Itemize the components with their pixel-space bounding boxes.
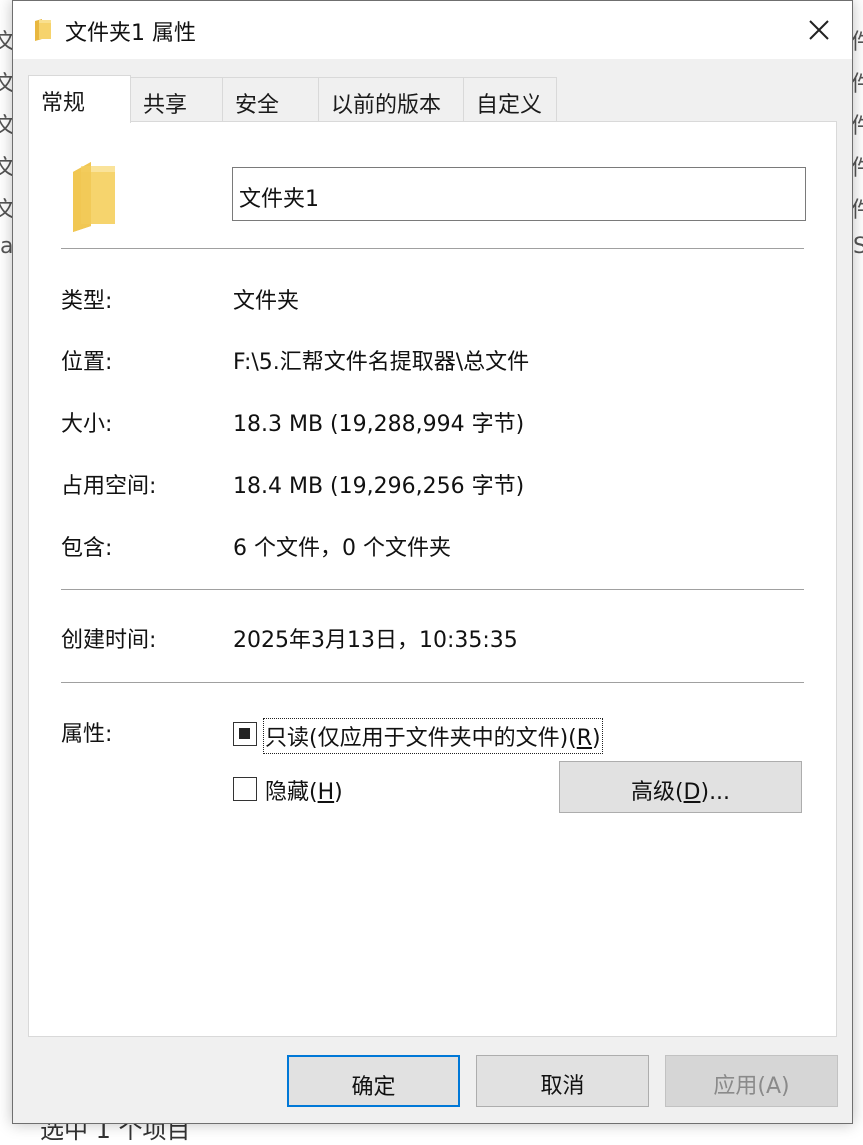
location-label: 位置:	[61, 350, 113, 375]
advanced-label-end: )...	[700, 780, 731, 805]
background-fragment: 文	[0, 114, 12, 139]
background-fragment: 件	[853, 192, 863, 224]
tab-sharing[interactable]: 共享	[130, 77, 223, 121]
tab-label: 共享	[143, 93, 188, 118]
background-explorer-left: 文 文 文 文 文 a	[0, 0, 12, 1135]
size-on-disk-label: 占用空间:	[61, 474, 157, 499]
attributes-label: 属性:	[61, 722, 113, 747]
hidden-hotkey: H	[317, 780, 335, 805]
folder-icon	[73, 162, 115, 232]
contains-value: 6 个文件，0 个文件夹	[233, 536, 451, 561]
advanced-hotkey: D	[683, 780, 701, 805]
folder-name-input[interactable]	[232, 167, 806, 221]
background-fragment: S	[853, 234, 863, 259]
tab-previous-versions[interactable]: 以前的版本	[318, 77, 464, 121]
background-fragment: 件	[853, 108, 863, 140]
background-explorer-right: 件 件 件 件 件 S	[853, 0, 863, 1135]
background-fragment: 文	[0, 156, 12, 181]
properties-dialog: 文件夹1 属性 常规 共享 安全 以前的版本 自定义 类型: 文件夹 位置: F…	[12, 0, 853, 1124]
readonly-label[interactable]: 只读(仅应用于文件夹中的文件)(R)	[263, 718, 603, 754]
indeterminate-mark	[239, 728, 250, 739]
background-fragment: 文	[0, 198, 12, 223]
readonly-hotkey: R	[576, 726, 593, 751]
background-fragment: 文	[0, 72, 12, 97]
background-fragment: a	[0, 234, 12, 259]
ok-button[interactable]: 确定	[287, 1055, 460, 1107]
advanced-button[interactable]: 高级(D)...	[559, 761, 802, 813]
created-value: 2025年3月13日，10:35:35	[233, 628, 518, 653]
advanced-label: 高级(	[630, 780, 684, 805]
hidden-checkbox[interactable]	[233, 777, 257, 801]
readonly-label-end: )	[592, 726, 601, 751]
tab-security[interactable]: 安全	[222, 77, 319, 121]
size-value: 18.3 MB (19,288,994 字节)	[233, 412, 525, 437]
readonly-label-text: 只读(仅应用于文件夹中的文件)(	[265, 726, 577, 751]
background-fragment: 文	[0, 30, 12, 55]
hidden-label-text: 隐藏(	[265, 780, 318, 805]
type-value: 文件夹	[233, 289, 300, 314]
background-fragment: 件	[853, 24, 863, 56]
background-fragment: 件	[853, 150, 863, 182]
general-tab-panel: 类型: 文件夹 位置: F:\5.汇帮文件名提取器\总文件 大小: 18.3 M…	[28, 121, 837, 1037]
close-icon	[809, 20, 829, 40]
size-on-disk-value: 18.4 MB (19,296,256 字节)	[233, 474, 525, 499]
cancel-button[interactable]: 取消	[476, 1055, 649, 1107]
contains-label: 包含:	[61, 536, 113, 561]
divider	[61, 682, 804, 683]
tab-label: 以前的版本	[331, 93, 442, 118]
window-title: 文件夹1 属性	[65, 21, 196, 46]
tab-general[interactable]: 常规	[28, 75, 131, 123]
close-button[interactable]	[791, 7, 847, 53]
hidden-label-end: )	[334, 780, 343, 805]
readonly-checkbox[interactable]	[233, 722, 257, 746]
tab-label: 自定义	[476, 93, 543, 118]
hidden-label[interactable]: 隐藏(H)	[265, 774, 343, 806]
background-fragment: 件	[853, 66, 863, 98]
tab-customize[interactable]: 自定义	[463, 77, 557, 121]
tab-label: 安全	[235, 93, 280, 118]
folder-icon	[35, 19, 51, 41]
divider	[61, 589, 804, 590]
type-label: 类型:	[61, 289, 113, 314]
apply-button[interactable]: 应用(A)	[665, 1055, 838, 1107]
location-value: F:\5.汇帮文件名提取器\总文件	[233, 350, 530, 375]
tab-label: 常规	[41, 91, 86, 116]
size-label: 大小:	[61, 412, 113, 437]
divider	[61, 248, 804, 249]
created-label: 创建时间:	[61, 628, 157, 653]
title-bar: 文件夹1 属性	[13, 1, 852, 59]
